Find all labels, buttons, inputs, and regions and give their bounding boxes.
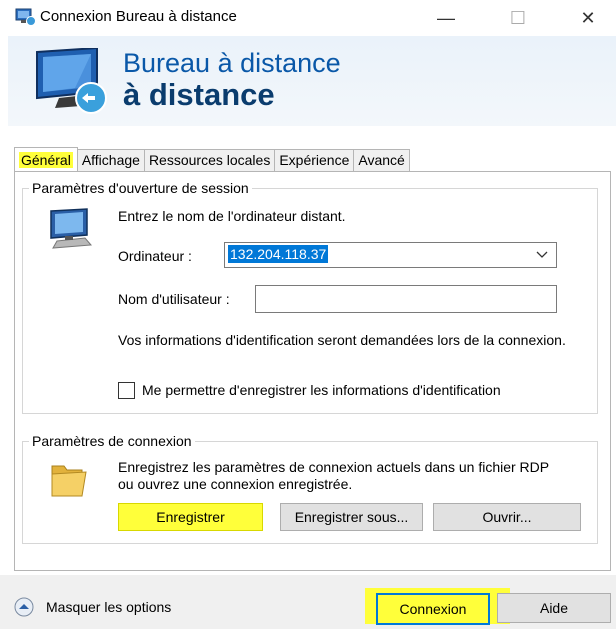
help-button-label: Aide [539,600,569,616]
tab-general[interactable]: Général [14,147,78,172]
connection-group-title: Paramètres de connexion [29,433,195,449]
tab-ressources-label: Ressources locales [148,152,271,168]
tab-strip: Général Affichage Ressources locales Exp… [14,147,410,172]
banner-title-line2: à distance [123,77,275,112]
connection-description: Enregistrez les paramètres de connexion … [118,459,549,492]
connect-button[interactable]: Connexion [376,593,490,625]
save-as-button-label: Enregistrer sous... [294,509,409,525]
minimize-icon: — [437,7,455,28]
tab-avance-label: Avancé [358,152,405,168]
save-credentials-checkbox[interactable] [118,382,135,399]
open-button-label: Ouvrir... [482,509,532,525]
hide-options-chevron-up-icon[interactable] [14,597,34,617]
close-button[interactable]: ✕ [565,2,611,34]
banner-title-line1: Bureau à distance [123,48,341,78]
username-label: Nom d'utilisateur : [118,291,230,307]
save-button-label: Enregistrer [156,509,225,525]
computer-input-value: 132.204.118.37 [228,245,329,263]
save-credentials-label[interactable]: Me permettre d'enregistrer les informati… [142,382,501,398]
tab-experience[interactable]: Expérience [274,149,355,171]
hide-options-label[interactable]: Masquer les options [46,599,171,615]
help-button[interactable]: Aide [497,593,611,623]
tab-avance[interactable]: Avancé [353,149,410,171]
folder-icon [48,460,92,500]
tab-affichage-label: Affichage [81,152,140,168]
tab-affichage[interactable]: Affichage [76,149,145,171]
close-icon: ✕ [580,7,596,28]
save-button[interactable]: Enregistrer [118,503,263,531]
computer-combobox[interactable]: 132.204.118.37 [224,242,557,268]
computer-icon [47,207,97,249]
remote-desktop-logo-icon [35,46,115,114]
window-title: Connexion Bureau à distance [40,8,237,25]
computer-prompt: Entrez le nom de l'ordinateur distant. [118,208,346,224]
connect-button-label: Connexion [399,601,467,617]
maximize-icon: ☐ [509,7,527,28]
tab-experience-label: Expérience [279,152,350,168]
minimize-button[interactable]: — [423,2,469,34]
username-field[interactable] [255,285,557,313]
computer-label: Ordinateur : [118,248,192,264]
remote-desktop-app-icon [15,8,37,26]
tab-ressources-locales[interactable]: Ressources locales [143,149,276,171]
session-group-title: Paramètres d'ouverture de session [29,180,252,196]
tab-general-label: Général [19,152,73,168]
save-as-button[interactable]: Enregistrer sous... [280,503,423,531]
credentials-info-text: Vos informations d'identification seront… [118,332,566,348]
chevron-down-icon[interactable] [536,246,548,265]
open-button[interactable]: Ouvrir... [433,503,581,531]
maximize-button[interactable]: ☐ [495,2,541,34]
